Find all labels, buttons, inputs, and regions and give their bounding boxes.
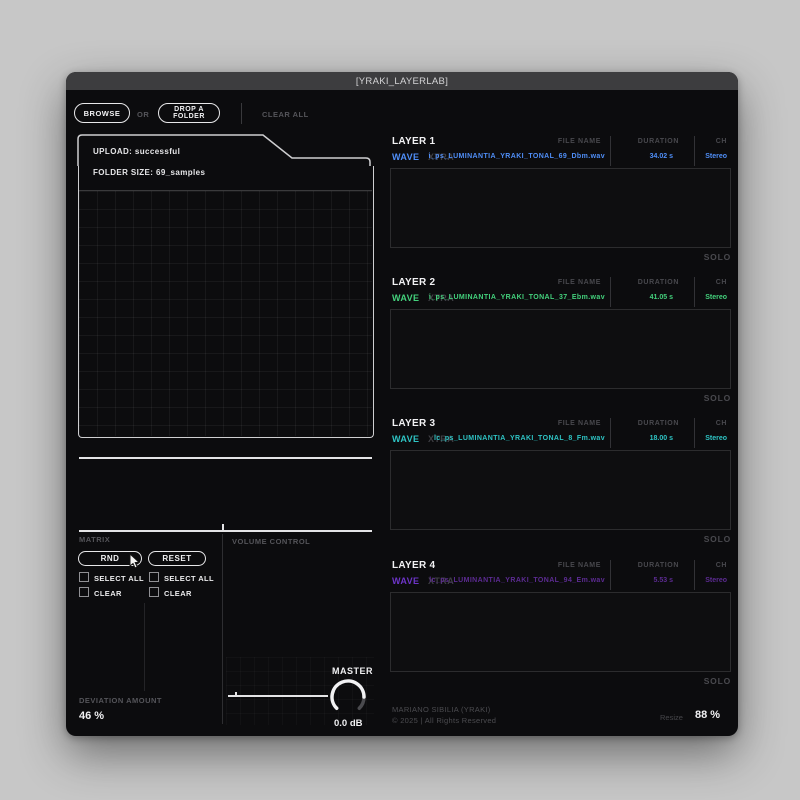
solo-button[interactable]: SOLO: [704, 252, 731, 262]
file-name-column-header: FILE NAME: [558, 562, 601, 569]
clear-checkbox-right[interactable]: [149, 587, 159, 597]
ch-column-header: CH: [716, 562, 727, 569]
baseline-center-tick: [222, 524, 224, 530]
select-all-checkbox-right[interactable]: [149, 572, 159, 582]
master-knob[interactable]: [328, 677, 368, 717]
deviation-value: 46 %: [79, 710, 104, 722]
solo-button[interactable]: SOLO: [704, 393, 731, 403]
ch-column-header: CH: [716, 279, 727, 286]
layer-duration: 34.02 s: [650, 153, 673, 160]
file-name-column-header: FILE NAME: [558, 138, 601, 145]
reset-button[interactable]: RESET: [148, 551, 206, 566]
layer-name: LAYER 3: [392, 418, 435, 429]
deviation-label: DEVIATION AMOUNT: [79, 696, 162, 705]
layer-file-name: i_ps_LUMINANTIA_YRAKI_TONAL_37_Ebm.wav: [429, 294, 605, 301]
layer-duration: 18.00 s: [650, 435, 673, 442]
waveform-display[interactable]: [390, 168, 731, 248]
title-bar: [YRAKI_LAYERLAB]: [66, 72, 738, 90]
duration-column-header: DURATION: [638, 138, 679, 145]
matrix-volume-divider: [222, 534, 223, 724]
duration-column-header: DURATION: [638, 562, 679, 569]
or-label: OR: [137, 110, 149, 119]
header-divider: [610, 418, 611, 448]
clear-label-right: CLEAR: [164, 589, 192, 598]
select-all-label-left: SELECT ALL: [94, 574, 144, 583]
header-divider: [610, 560, 611, 590]
matrix-title: MATRIX: [79, 535, 110, 544]
layer-name: LAYER 1: [392, 136, 435, 147]
zoom-percentage: 88 %: [695, 709, 720, 721]
wave-tab[interactable]: WAVE: [392, 293, 419, 303]
select-all-checkbox-left[interactable]: [79, 572, 89, 582]
layer-file-name: lc_ps_LUMINANTIA_YRAKI_TONAL_8_Fm.wav: [434, 435, 605, 442]
layer-channel: Stereo: [705, 153, 727, 160]
credits: MARIANO SIBILIA (YRAKI) © 2025 | All Rig…: [392, 704, 496, 727]
tabs-underline: [79, 457, 372, 459]
matrix-columns-divider: [144, 603, 145, 691]
duration-column-header: DURATION: [638, 279, 679, 286]
resize-handle[interactable]: Resize: [660, 713, 683, 722]
duration-column-header: DURATION: [638, 420, 679, 427]
waveform-display[interactable]: [390, 450, 731, 530]
ch-column-header: CH: [716, 420, 727, 427]
close-window-icon[interactable]: [73, 77, 81, 85]
minimize-window-icon[interactable]: [86, 77, 94, 85]
file-name-column-header: FILE NAME: [558, 279, 601, 286]
layer-file-name: i_ps_LUMINANTIA_YRAKI_TONAL_69_Dbm.wav: [429, 153, 606, 160]
solo-button[interactable]: SOLO: [704, 676, 731, 686]
clear-checkbox-left[interactable]: [79, 587, 89, 597]
drop-folder-button[interactable]: DROP A FOLDER: [158, 103, 220, 123]
master-value: 0.0 dB: [334, 718, 363, 729]
zoom-window-icon[interactable]: [99, 77, 107, 85]
window-title: [YRAKI_LAYERLAB]: [66, 76, 738, 87]
master-label: MASTER: [332, 666, 373, 676]
solo-button[interactable]: SOLO: [704, 534, 731, 544]
sliders-baseline: [79, 530, 372, 532]
waveform-display[interactable]: [390, 309, 731, 389]
header-divider: [694, 277, 695, 307]
layer-channel: Stereo: [705, 435, 727, 442]
folder-size: FOLDER SIZE: 69_samples: [93, 168, 205, 177]
wave-tab[interactable]: WAVE: [392, 434, 419, 444]
credit-line1: MARIANO SIBILIA (YRAKI): [392, 704, 496, 715]
ch-column-header: CH: [716, 138, 727, 145]
header-divider: [610, 277, 611, 307]
header-divider: [694, 136, 695, 166]
layer-duration: 5.53 s: [654, 577, 673, 584]
wave-tab[interactable]: WAVE: [392, 152, 419, 162]
layer-channel: Stereo: [705, 294, 727, 301]
layer-channel: Stereo: [705, 577, 727, 584]
sample-scatter-map[interactable]: [79, 190, 372, 436]
credit-line2: © 2025 | All Rights Reserved: [392, 715, 496, 726]
toolbar-divider: [241, 103, 242, 124]
waveform-display[interactable]: [390, 592, 731, 672]
upload-status: UPLOAD: successful: [93, 147, 180, 156]
app-window: [YRAKI_LAYERLAB] BROWSE OR DROP A FOLDER…: [66, 72, 738, 736]
header-divider: [694, 418, 695, 448]
clear-all-button[interactable]: CLEAR ALL: [262, 110, 309, 119]
layer-name: LAYER 2: [392, 277, 435, 288]
layer-file-name: lc_ps_LUMINANTIA_YRAKI_TONAL_94_Em.wav: [429, 577, 605, 584]
clear-label-left: CLEAR: [94, 589, 122, 598]
file-name-column-header: FILE NAME: [558, 420, 601, 427]
header-divider: [694, 560, 695, 590]
browse-button[interactable]: BROWSE: [74, 103, 130, 123]
header-divider: [610, 136, 611, 166]
select-all-label-right: SELECT ALL: [164, 574, 214, 583]
volume-title: VOLUME CONTROL: [232, 537, 310, 546]
mouse-cursor-icon: [128, 553, 142, 569]
layer-name: LAYER 4: [392, 560, 435, 571]
wave-tab[interactable]: WAVE: [392, 576, 419, 586]
master-slider-tick: [235, 692, 237, 697]
layer-duration: 41.05 s: [650, 294, 673, 301]
master-slider-track[interactable]: [228, 695, 328, 697]
